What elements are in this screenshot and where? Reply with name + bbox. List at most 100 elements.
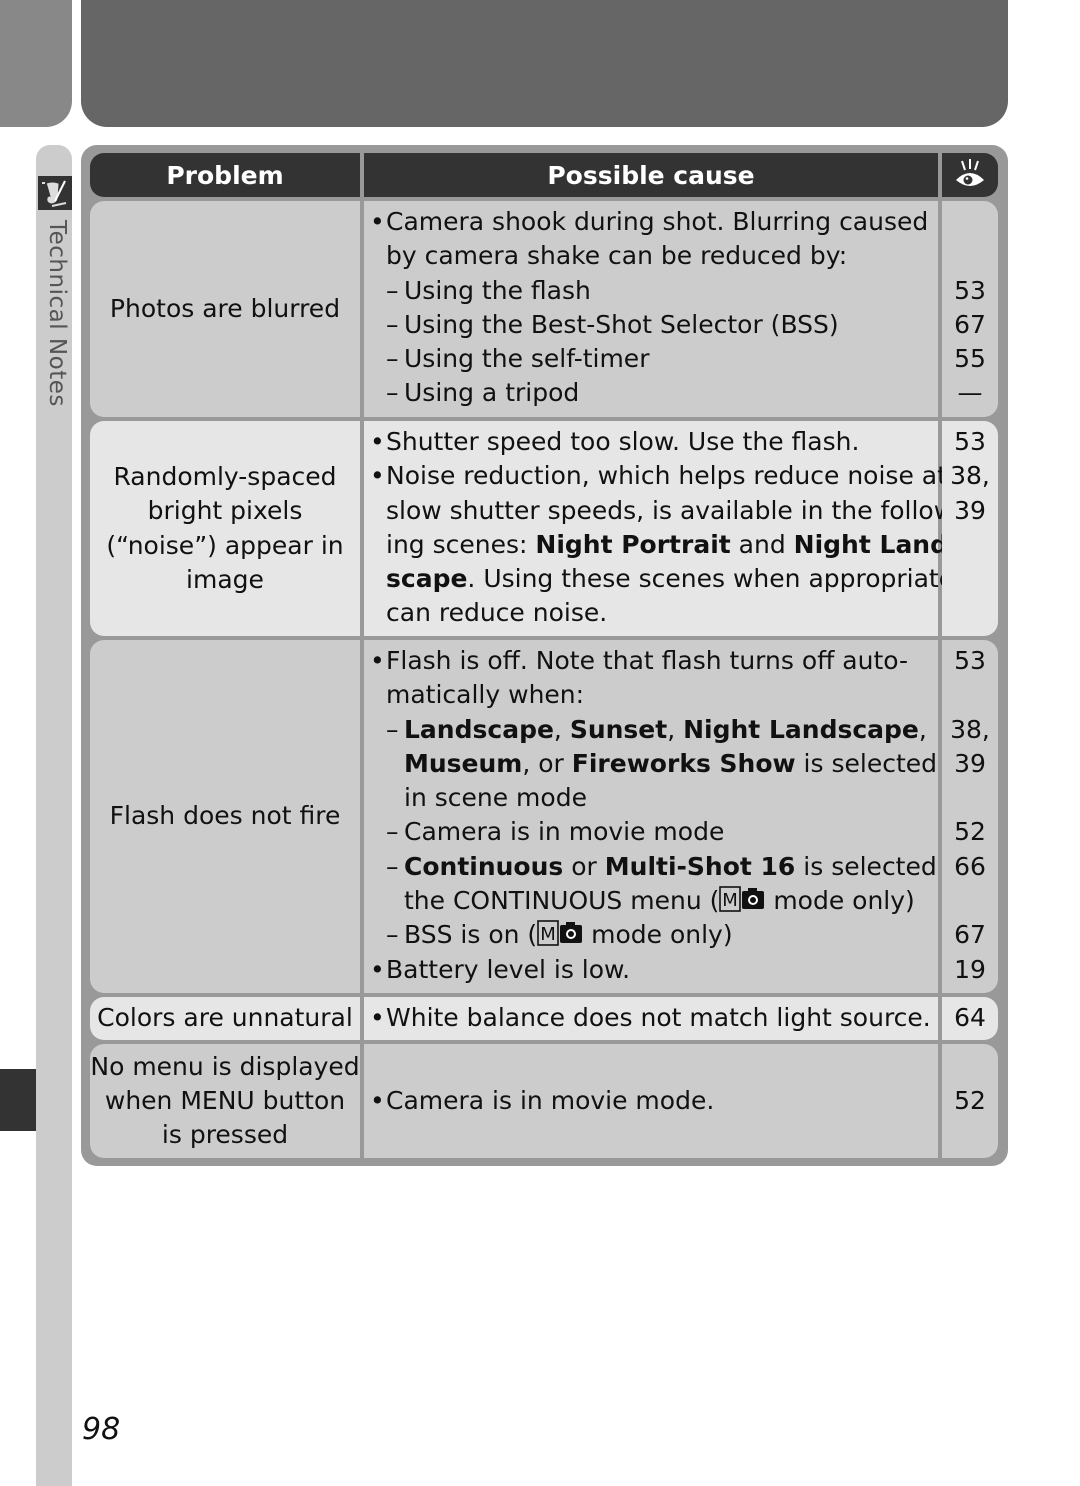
page-reference — [942, 596, 998, 630]
cause-line: Battery level is low. — [370, 953, 932, 987]
cause-text: Using a tripod — [404, 378, 580, 408]
page-reference: — — [957, 378, 983, 408]
text-fragment: is selected — [795, 748, 938, 778]
cause-cell: White balance does not match light sourc… — [364, 997, 938, 1040]
page-number: 98 — [82, 1412, 121, 1447]
page-reference: 52 — [954, 1085, 986, 1115]
cause-text: Camera shook during shot. Blurring cause… — [386, 207, 929, 236]
thumb-index-tab — [0, 1069, 36, 1131]
menu-button-label: MENU — [180, 1085, 255, 1115]
bold-term: Night Land- — [793, 529, 959, 559]
problem-line: is pressed — [161, 1120, 289, 1150]
page-reference: 67 — [954, 920, 986, 950]
cause-line: ing scenes: Night Portrait and Night Lan… — [370, 528, 958, 562]
page-ref-cell: 53 38, 39 52 66 67 19 — [942, 640, 998, 993]
cause-text: Using the self-timer — [404, 344, 650, 374]
cause-line: Camera shook during shot. Blurring cause… — [370, 205, 932, 239]
cause-line: Camera is in movie mode. — [370, 1084, 714, 1118]
page-reference: 38, — [950, 461, 990, 491]
cause-line: BSS is on (M mode only) — [370, 918, 932, 952]
eye-reference-icon — [956, 159, 984, 186]
header-left-block — [0, 0, 72, 127]
page-reference: 52 — [954, 817, 986, 847]
cause-text: Camera is in movie mode — [404, 817, 725, 847]
text-fragment: , — [667, 714, 684, 744]
page-ref-cell: 64 — [942, 997, 998, 1040]
cause-cell: Camera shook during shot. Blurring cause… — [364, 201, 938, 417]
page-reference: 38, — [950, 714, 990, 744]
problem-cell: Randomly-spaced bright pixels (“noise”) ap… — [90, 421, 360, 636]
cause-text: White balance does not match light sourc… — [386, 1003, 931, 1033]
svg-text:M: M — [540, 924, 556, 945]
cause-cell: Shutter speed too slow. Use the flash. No… — [364, 421, 963, 636]
cause-text: can reduce noise. — [386, 598, 608, 628]
problem-text: Photos are blurred — [109, 293, 341, 323]
problem-line: bright pixels — [147, 496, 303, 526]
bold-term: Night Landscape — [683, 714, 919, 744]
cause-text: Shutter speed too slow. Use the flash. — [386, 427, 860, 456]
cause-cell: Flash is off. Note that flash turns off … — [364, 640, 967, 993]
cause-line: Noise reduction, which helps reduce nois… — [370, 459, 947, 493]
cause-text: matically when: — [386, 680, 585, 710]
cause-line: White balance does not match light sourc… — [370, 1001, 931, 1035]
page-reference: 39 — [954, 495, 986, 525]
text-fragment: mode only) — [583, 920, 733, 950]
cause-text: in scene mode — [404, 783, 587, 813]
problem-line: No menu is displayed — [90, 1051, 360, 1081]
problem-text: Flash does not fire — [109, 801, 341, 831]
header-page-reference — [942, 153, 998, 197]
bold-term: Fireworks Show — [571, 748, 796, 778]
cause-text: Battery level is low. — [386, 954, 631, 984]
text-fragment: the CONTINUOUS menu ( — [404, 886, 720, 916]
page-reference — [942, 781, 998, 815]
page-ref-cell: 53 38, 39 — [942, 421, 998, 636]
cause-line: can reduce noise. — [370, 596, 932, 630]
text-fragment: . Using these scenes when appropriate — [467, 564, 955, 594]
cause-line: Using a tripod — [370, 376, 932, 410]
cause-line: Using the flash — [370, 274, 932, 308]
page-reference: 67 — [954, 309, 986, 339]
cause-line: scape. Using these scenes when appropria… — [370, 562, 954, 596]
bold-term: Multi-Shot 16 — [604, 851, 796, 881]
cause-line: Camera is in movie mode — [370, 815, 932, 849]
problem-cell: Colors are unnatural — [90, 997, 360, 1040]
text-fragment: mode only) — [765, 886, 915, 916]
page-reference: 53 — [954, 275, 986, 305]
page-reference — [942, 205, 998, 239]
cause-line: in scene mode — [370, 781, 932, 815]
cause-text: slow shutter speeds, is available in the… — [386, 495, 964, 525]
problem-cell: Photos are blurred — [90, 201, 360, 417]
svg-text:M: M — [723, 890, 739, 911]
page-reference — [942, 678, 998, 712]
page-reference: 53 — [954, 427, 986, 456]
cause-line: Using the Best-Shot Selector (BSS) — [370, 308, 932, 342]
problem-text: Colors are unnatural — [97, 1003, 353, 1033]
bold-term: Night Portrait — [535, 529, 731, 559]
page-reference: 53 — [954, 646, 986, 675]
cause-line: Using the self-timer — [370, 342, 932, 376]
cause-text: Noise reduction, which helps reduce nois… — [386, 461, 947, 491]
text-fragment: ing scenes: — [386, 529, 536, 559]
cause-line: matically when: — [370, 678, 932, 712]
page-ref-cell: 52 — [942, 1044, 998, 1158]
page-reference: 39 — [954, 748, 986, 778]
bold-term: scape — [386, 564, 468, 594]
cause-line: Continuous or Multi-Shot 16 is selected … — [370, 850, 967, 884]
page-reference — [942, 528, 998, 562]
cause-line: Shutter speed too slow. Use the flash. — [370, 425, 932, 459]
page-reference — [942, 562, 998, 596]
header-possible-cause: Possible cause — [364, 153, 938, 197]
page-ref-cell: 53 67 55 — — [942, 201, 998, 417]
cause-text: Camera is in movie mode. — [386, 1085, 715, 1115]
bold-term: Museum — [404, 748, 523, 778]
text-fragment: , or — [522, 748, 572, 778]
page-reference: 55 — [954, 344, 986, 374]
cause-text: Using the flash — [404, 275, 591, 305]
bold-term: Sunset — [569, 714, 668, 744]
cause-line: slow shutter speeds, is available in the… — [370, 494, 963, 528]
cause-text: by camera shake can be reduced by: — [386, 241, 848, 271]
cause-cell: Camera is in movie mode. — [364, 1044, 938, 1158]
text-fragment: , — [553, 714, 570, 744]
technical-notes-quill-icon — [38, 176, 72, 210]
cause-text: Using the Best-Shot Selector (BSS) — [404, 309, 839, 339]
